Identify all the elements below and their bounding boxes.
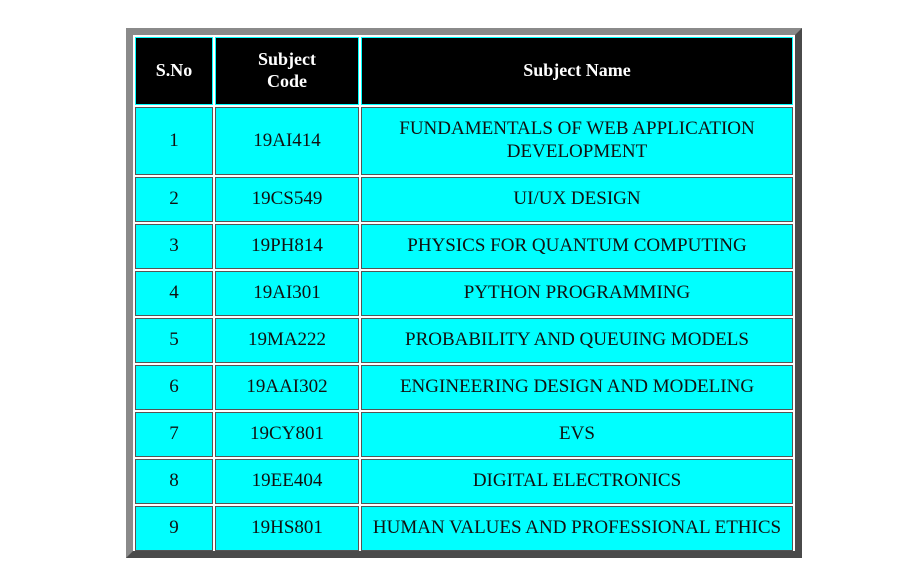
table-row: 2 19CS549 UI/UX DESIGN — [135, 177, 793, 222]
table-row: 5 19MA222 PROBABILITY AND QUEUING MODELS — [135, 318, 793, 363]
cell-subject-name: FUNDAMENTALS OF WEB APPLICATION DEVELOPM… — [361, 107, 793, 175]
cell-subject-code: 19PH814 — [215, 224, 359, 269]
table-row: 3 19PH814 PHYSICS FOR QUANTUM COMPUTING — [135, 224, 793, 269]
cell-subject-name: DIGITAL ELECTRONICS — [361, 459, 793, 504]
table-row: 9 19HS801 HUMAN VALUES AND PROFESSIONAL … — [135, 506, 793, 551]
cell-subject-code: 19CS549 — [215, 177, 359, 222]
table-row: 8 19EE404 DIGITAL ELECTRONICS — [135, 459, 793, 504]
table-row: 7 19CY801 EVS — [135, 412, 793, 457]
cell-sno: 2 — [135, 177, 213, 222]
cell-subject-name: HUMAN VALUES AND PROFESSIONAL ETHICS — [361, 506, 793, 551]
cell-sno: 3 — [135, 224, 213, 269]
cell-sno: 4 — [135, 271, 213, 316]
table-header-row: S.No Subject Code Subject Name — [135, 37, 793, 105]
cell-subject-code: 19HS801 — [215, 506, 359, 551]
cell-subject-name: EVS — [361, 412, 793, 457]
header-subject-code-label: Subject Code — [258, 49, 316, 91]
header-subject-name: Subject Name — [361, 37, 793, 105]
cell-subject-code: 19AI301 — [215, 271, 359, 316]
cell-sno: 8 — [135, 459, 213, 504]
cell-subject-name: PYTHON PROGRAMMING — [361, 271, 793, 316]
cell-sno: 7 — [135, 412, 213, 457]
cell-subject-name: UI/UX DESIGN — [361, 177, 793, 222]
table-row: 4 19AI301 PYTHON PROGRAMMING — [135, 271, 793, 316]
header-sno: S.No — [135, 37, 213, 105]
cell-subject-name: PROBABILITY AND QUEUING MODELS — [361, 318, 793, 363]
cell-subject-code: 19AAI302 — [215, 365, 359, 410]
table-row: 1 19AI414 FUNDAMENTALS OF WEB APPLICATIO… — [135, 107, 793, 175]
cell-sno: 1 — [135, 107, 213, 175]
cell-subject-name: ENGINEERING DESIGN AND MODELING — [361, 365, 793, 410]
cell-subject-code: 19EE404 — [215, 459, 359, 504]
cell-subject-name-text: FUNDAMENTALS OF WEB APPLICATION DEVELOPM… — [399, 118, 755, 162]
cell-sno: 9 — [135, 506, 213, 551]
subjects-table-frame: S.No Subject Code Subject Name 1 19AI414… — [126, 28, 802, 558]
table-row: 6 19AAI302 ENGINEERING DESIGN AND MODELI… — [135, 365, 793, 410]
subjects-table: S.No Subject Code Subject Name 1 19AI414… — [133, 35, 795, 553]
cell-sno: 5 — [135, 318, 213, 363]
cell-subject-code: 19AI414 — [215, 107, 359, 175]
cell-sno: 6 — [135, 365, 213, 410]
header-subject-code: Subject Code — [215, 37, 359, 105]
cell-subject-code: 19MA222 — [215, 318, 359, 363]
cell-subject-name: PHYSICS FOR QUANTUM COMPUTING — [361, 224, 793, 269]
cell-subject-code: 19CY801 — [215, 412, 359, 457]
